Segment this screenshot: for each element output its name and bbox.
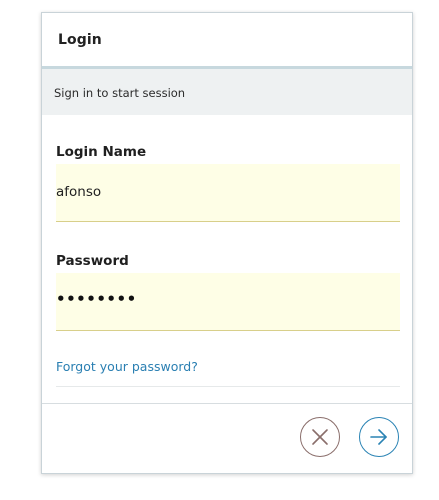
card-header: Login bbox=[42, 13, 412, 69]
submit-button[interactable] bbox=[359, 417, 399, 457]
footer-divider bbox=[42, 403, 412, 404]
cancel-button[interactable] bbox=[300, 417, 340, 457]
password-label: Password bbox=[56, 253, 129, 269]
subheader-text: Sign in to start session bbox=[54, 86, 186, 100]
password-value: •••••••• bbox=[56, 290, 137, 308]
arrow-right-icon bbox=[370, 429, 387, 445]
forgot-password-link[interactable]: Forgot your password? bbox=[56, 359, 198, 374]
close-icon bbox=[312, 429, 328, 445]
card-subheader: Sign in to start session bbox=[42, 69, 412, 115]
login-name-label: Login Name bbox=[56, 144, 147, 160]
page-title: Login bbox=[58, 32, 102, 48]
login-name-value: afonso bbox=[56, 184, 102, 200]
divider bbox=[56, 386, 400, 387]
login-name-field[interactable]: afonso bbox=[56, 164, 400, 222]
password-field[interactable]: •••••••• bbox=[56, 273, 400, 331]
login-card: Login Sign in to start session Login Nam… bbox=[41, 12, 413, 474]
